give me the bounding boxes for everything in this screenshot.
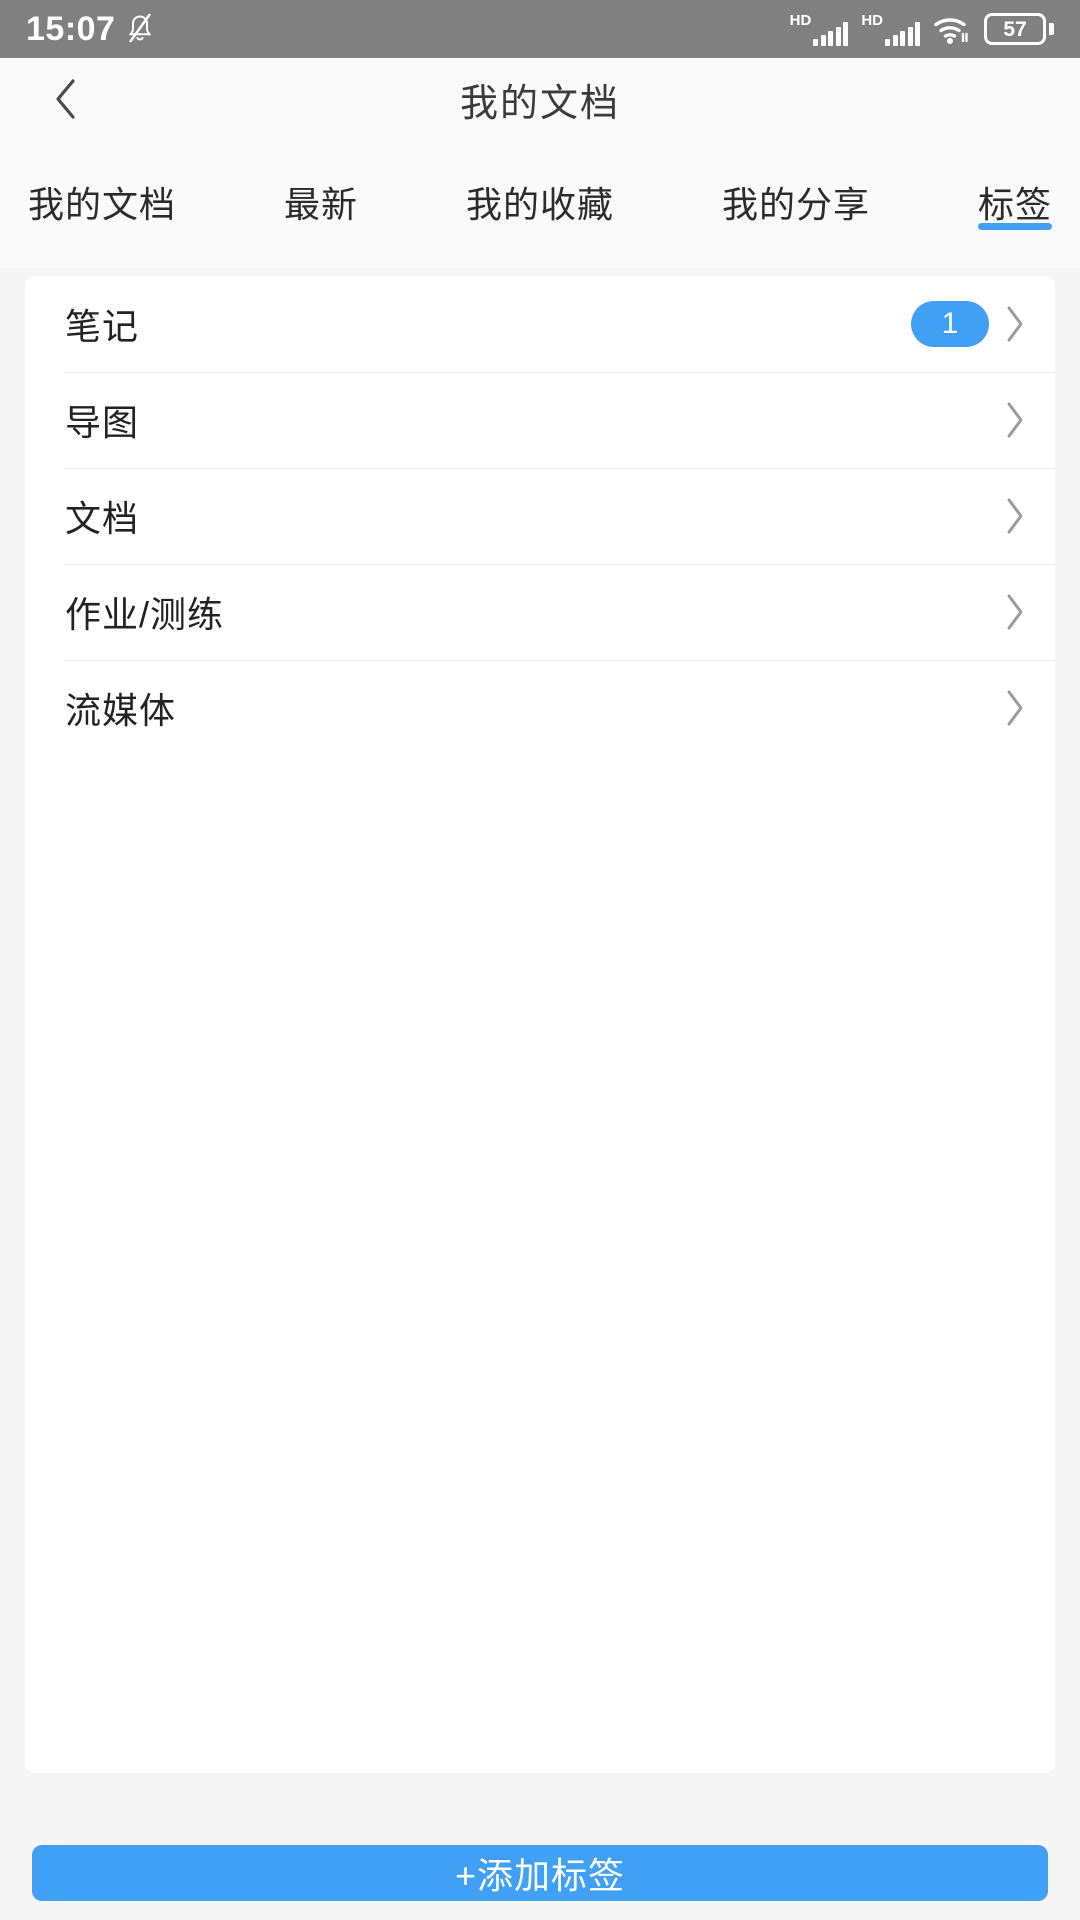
list-item-accessories bbox=[1003, 398, 1027, 442]
tab-my-shares[interactable]: 我的分享 bbox=[722, 140, 870, 268]
tab-label: 我的收藏 bbox=[465, 184, 614, 225]
hd-label-sim2: HD bbox=[861, 12, 883, 29]
wifi-icon bbox=[933, 14, 971, 44]
tab-label: 我的分享 bbox=[721, 184, 870, 225]
tab-latest[interactable]: 最新 bbox=[284, 140, 358, 268]
status-badge: 1 bbox=[911, 301, 989, 347]
page-header: 我的文档 bbox=[0, 58, 1080, 140]
bars-sim1 bbox=[813, 22, 849, 46]
list-empty-area bbox=[25, 756, 1055, 1773]
list-item-label: 笔记 bbox=[65, 306, 140, 347]
tab-my-favorites[interactable]: 我的收藏 bbox=[466, 140, 614, 268]
tab-my-documents[interactable]: 我的文档 bbox=[28, 140, 176, 268]
battery-body: 57 bbox=[984, 13, 1046, 45]
tab-label: 我的文档 bbox=[28, 184, 177, 225]
list-item-accessories bbox=[1003, 494, 1027, 538]
chevron-right-icon bbox=[1003, 494, 1027, 538]
signal-bars-icon-sim1: HD bbox=[790, 12, 849, 46]
tab-bar: 我的文档 最新 我的收藏 我的分享 标签 bbox=[0, 140, 1080, 268]
list-item-accessories bbox=[1003, 686, 1027, 730]
bars-sim2 bbox=[885, 22, 920, 46]
bell-muted-icon bbox=[125, 12, 155, 46]
list-item-label: 作业/测练 bbox=[65, 594, 225, 635]
chevron-right-icon bbox=[1003, 398, 1027, 442]
active-tab-indicator bbox=[977, 223, 1052, 230]
status-time: 15:07 bbox=[26, 10, 116, 48]
page-title: 我的文档 bbox=[459, 82, 620, 125]
back-chevron-icon bbox=[53, 77, 79, 121]
tag-list-card: 笔记 1 导图 文档 作业/测练 流媒体 bbox=[25, 276, 1055, 1773]
status-bar-right: HD HD 57 bbox=[790, 12, 1054, 46]
tab-label: 标签 bbox=[977, 184, 1052, 225]
list-item-streaming-media[interactable]: 流媒体 bbox=[25, 660, 1055, 756]
list-item-accessories bbox=[1003, 590, 1027, 634]
list-item-mindmap[interactable]: 导图 bbox=[25, 372, 1055, 468]
chevron-right-icon bbox=[1003, 302, 1027, 346]
list-item-accessories: 1 bbox=[911, 301, 1027, 347]
signal-bars-icon-sim2: HD bbox=[861, 12, 920, 46]
hd-label-sim1: HD bbox=[789, 12, 812, 29]
tab-tags[interactable]: 标签 bbox=[977, 140, 1052, 268]
chevron-right-icon bbox=[1003, 686, 1027, 730]
status-bar: 15:07 HD HD 57 bbox=[0, 0, 1080, 58]
chevron-right-icon bbox=[1003, 590, 1027, 634]
list-item-homework-test[interactable]: 作业/测练 bbox=[25, 564, 1055, 660]
list-item-label: 文档 bbox=[65, 498, 140, 539]
status-bar-left: 15:07 bbox=[26, 12, 155, 46]
battery-icon: 57 bbox=[984, 13, 1054, 45]
list-item-label: 流媒体 bbox=[65, 690, 177, 731]
list-item-label: 导图 bbox=[65, 402, 140, 443]
back-button[interactable] bbox=[26, 58, 106, 140]
battery-level: 57 bbox=[1003, 17, 1027, 41]
tab-label: 最新 bbox=[283, 184, 358, 225]
list-item-document[interactable]: 文档 bbox=[25, 468, 1055, 564]
add-tag-button[interactable]: +添加标签 bbox=[32, 1845, 1048, 1901]
app-root: 15:07 HD HD 57 我的文档 我的文档 最新 我的收藏 我的分享 标签… bbox=[0, 0, 1080, 1920]
list-item-notes[interactable]: 笔记 1 bbox=[25, 276, 1055, 372]
battery-cap bbox=[1049, 23, 1054, 35]
